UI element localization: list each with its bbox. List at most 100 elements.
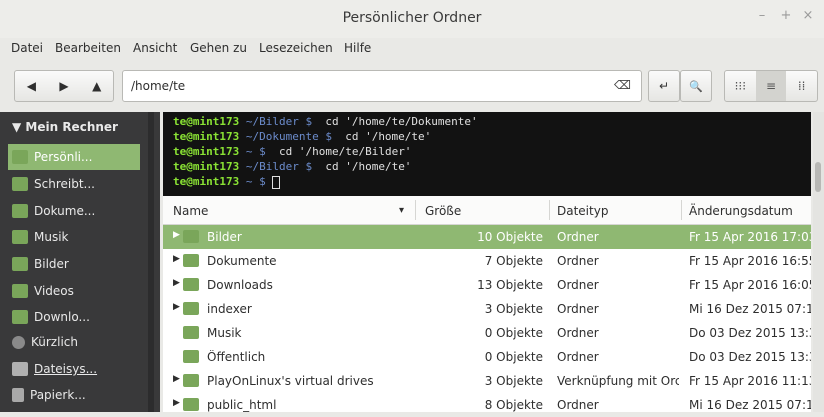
- file-row[interactable]: ▶ indexer 3 Objekte Ordner Mi 16 Dez 201…: [163, 297, 811, 321]
- menu-hilfe[interactable]: Hilfe: [344, 41, 371, 55]
- file-modified: Mi 16 Dez 2015 07:1: [689, 398, 811, 412]
- file-row[interactable]: Musik 0 Objekte Ordner Do 03 Dez 2015 13…: [163, 321, 811, 345]
- sidebar-item-documents[interactable]: Dokume...: [8, 198, 140, 224]
- folder-icon: [183, 278, 199, 291]
- scrollbar-thumb[interactable]: [815, 162, 821, 192]
- file-name: Öffentlich: [207, 350, 266, 364]
- file-modified: Mi 16 Dez 2015 07:1: [689, 302, 811, 316]
- column-name[interactable]: Name: [173, 204, 208, 218]
- folder-icon: [183, 230, 199, 243]
- column-size[interactable]: Größe: [425, 204, 461, 218]
- sidebar-item-label: Bilder: [34, 257, 69, 271]
- file-type: Ordner: [557, 278, 599, 292]
- terminal-user: te@mint173: [173, 115, 240, 128]
- column-divider: [415, 200, 416, 220]
- file-size: 7 Objekte: [484, 254, 543, 268]
- file-row[interactable]: ▶ PlayOnLinux's virtual drives 3 Objekte…: [163, 369, 811, 393]
- search-icon: 🔍: [689, 79, 703, 93]
- music-folder-icon: [183, 326, 199, 339]
- expand-arrow-icon[interactable]: ▶: [173, 398, 180, 408]
- pictures-folder-icon: [12, 257, 28, 271]
- terminal-user: te@mint173: [173, 160, 240, 173]
- sidebar-item-home[interactable]: Persönli...: [8, 144, 140, 170]
- column-type[interactable]: Dateityp: [557, 204, 608, 218]
- sidebar-item-music[interactable]: Musik: [8, 224, 140, 250]
- videos-folder-icon: [12, 284, 28, 298]
- sidebar-item-recent[interactable]: Kürzlich: [8, 329, 140, 355]
- downloads-folder-icon: [12, 310, 28, 324]
- folder-icon: [183, 398, 199, 411]
- toolbar: ◀ ▶ ▲ /home/te ⌫ ↵ 🔍 ⁝⁝⁝ ≡ ⁞⁞: [0, 62, 824, 110]
- file-row[interactable]: ▶ Dokumente 7 Objekte Ordner Fr 15 Apr 2…: [163, 249, 811, 273]
- menu-lesezeichen[interactable]: Lesezeichen: [259, 41, 333, 55]
- menu-gehen-zu[interactable]: Gehen zu: [190, 41, 247, 55]
- file-name: PlayOnLinux's virtual drives: [207, 374, 374, 388]
- location-bar[interactable]: /home/te ⌫: [122, 70, 642, 102]
- file-size: 3 Objekte: [484, 302, 543, 316]
- content-scrollbar[interactable]: [813, 112, 824, 412]
- maximize-button[interactable]: +: [778, 8, 794, 23]
- file-row[interactable]: Öffentlich 0 Objekte Ordner Do 03 Dez 20…: [163, 345, 811, 369]
- sidebar-item-downloads[interactable]: Downlo...: [8, 304, 140, 330]
- back-button[interactable]: ◀: [15, 71, 48, 101]
- sort-indicator-icon[interactable]: ▾: [399, 205, 404, 216]
- expand-arrow-icon[interactable]: ▶: [173, 302, 180, 312]
- terminal-path: ~/Bilder $: [239, 160, 319, 173]
- sidebar-item-filesystem[interactable]: Dateisys...: [8, 356, 140, 382]
- expand-arrow-icon[interactable]: ▶: [173, 230, 180, 240]
- trash-icon: [12, 388, 24, 402]
- file-row[interactable]: ▶ public_html 8 Objekte Ordner Mi 16 Dez…: [163, 393, 811, 417]
- menu-ansicht[interactable]: Ansicht: [133, 41, 177, 55]
- filesystem-icon: [12, 362, 28, 376]
- expand-arrow-icon[interactable]: ▶: [173, 374, 180, 384]
- sidebar-item-desktop[interactable]: Schreibt...: [8, 171, 140, 197]
- sidebar: ▼ Mein Rechner Persönli... Schreibt... D…: [0, 112, 160, 412]
- terminal-command: cd '/home/te/Bilder': [272, 145, 412, 158]
- icon-view-button[interactable]: ⁝⁝⁝: [725, 71, 756, 101]
- file-row[interactable]: ▶ Bilder 10 Objekte Ordner Fr 15 Apr 201…: [163, 225, 811, 249]
- expand-arrow-icon[interactable]: ▶: [173, 254, 180, 264]
- terminal-cursor: [272, 175, 281, 189]
- file-size: 8 Objekte: [484, 398, 543, 412]
- music-folder-icon: [12, 230, 28, 244]
- embedded-terminal[interactable]: te@mint173 ~/Bilder $ cd '/home/te/Dokum…: [163, 112, 811, 196]
- column-modified[interactable]: Änderungsdatum: [689, 204, 793, 218]
- terminal-path: ~/Dokumente $: [239, 130, 339, 143]
- sidebar-header-label: Mein Rechner: [25, 120, 118, 134]
- compact-view-button[interactable]: ⁞⁞: [786, 71, 817, 101]
- clear-location-icon[interactable]: ⌫: [614, 78, 631, 92]
- sidebar-item-trash[interactable]: Papierk...: [8, 382, 140, 408]
- close-button[interactable]: ×: [800, 8, 816, 23]
- file-type: Ordner: [557, 398, 599, 412]
- home-folder-icon: [12, 150, 28, 164]
- sidebar-section-header[interactable]: ▼ Mein Rechner: [12, 120, 118, 134]
- open-terminal-button[interactable]: ↵: [648, 70, 680, 102]
- file-row[interactable]: ▶ Downloads 13 Objekte Ordner Fr 15 Apr …: [163, 273, 811, 297]
- menu-bearbeiten[interactable]: Bearbeiten: [55, 41, 121, 55]
- location-input[interactable]: /home/te: [131, 79, 185, 93]
- file-name: Dokumente: [207, 254, 277, 268]
- file-type: Ordner: [557, 326, 599, 340]
- up-button[interactable]: ▲: [80, 71, 113, 101]
- search-button[interactable]: 🔍: [680, 70, 712, 102]
- recent-icon: [12, 335, 25, 349]
- file-size: 0 Objekte: [484, 350, 543, 364]
- terminal-path: ~/Bilder $: [239, 115, 319, 128]
- list-view-button[interactable]: ≡: [755, 71, 787, 101]
- file-name: indexer: [207, 302, 252, 316]
- sidebar-item-label: Kürzlich: [31, 335, 78, 349]
- sidebar-item-pictures[interactable]: Bilder: [8, 251, 140, 277]
- menu-datei[interactable]: Datei: [11, 41, 43, 55]
- navigation-buttons: ◀ ▶ ▲: [14, 70, 114, 102]
- sidebar-item-label: Papierk...: [30, 388, 86, 402]
- sidebar-item-label: Persönli...: [34, 150, 93, 164]
- forward-button[interactable]: ▶: [48, 71, 81, 101]
- sidebar-item-videos[interactable]: Videos: [8, 278, 140, 304]
- expand-arrow-icon[interactable]: ▶: [173, 278, 180, 288]
- terminal-command: cd '/home/te': [318, 160, 412, 173]
- sidebar-scrollbar[interactable]: [148, 112, 154, 412]
- minimize-button[interactable]: –: [754, 8, 770, 23]
- folder-icon: [183, 254, 199, 267]
- file-type: Ordner: [557, 350, 599, 364]
- public-folder-icon: [183, 350, 199, 363]
